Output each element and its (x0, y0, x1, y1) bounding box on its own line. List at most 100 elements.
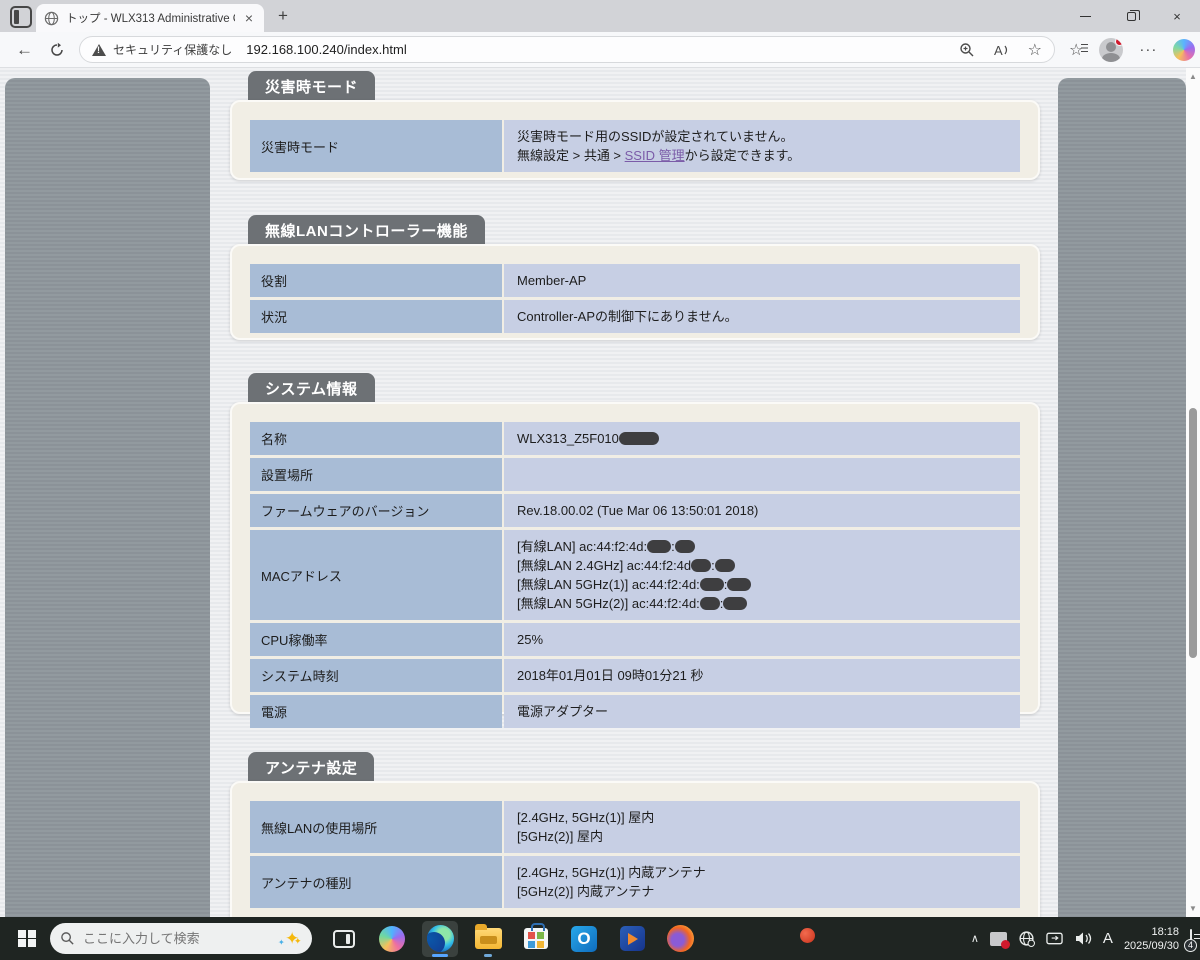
url-text[interactable]: 192.168.100.240/index.html (246, 42, 958, 57)
row-label: 災害時モード (250, 120, 502, 172)
row-label: 無線LANの使用場所 (250, 801, 502, 853)
tab-title: トップ - WLX313 Administrative Co (66, 13, 235, 25)
row-label: MACアドレス (250, 530, 502, 620)
search-icon (61, 932, 74, 945)
security-warning-icon (92, 43, 106, 56)
taskbar-edge-button[interactable] (422, 920, 458, 957)
panel-disaster-mode: 災害時モード 災害時モード用のSSIDが設定されていません。 無線設定 > 共通… (230, 100, 1040, 180)
row-value (504, 458, 1020, 491)
redaction-blob (674, 540, 695, 553)
close-button[interactable]: × (1154, 0, 1200, 32)
table-row: 設置場所 (250, 458, 1020, 491)
system-tray: ∧ A 18:18 2025/09/30 4 (971, 917, 1197, 960)
taskbar-firefox-button[interactable] (662, 921, 698, 957)
network-globe-icon[interactable] (1018, 930, 1035, 947)
browser-scrollbar[interactable]: ▲ ▼ (1186, 68, 1200, 917)
globe-favicon-icon (44, 11, 59, 25)
table-row: 状況 Controller-APの制御下にありません。 (250, 300, 1020, 333)
tray-security-icon[interactable] (989, 931, 1010, 949)
start-button[interactable] (12, 924, 42, 954)
row-value: 災害時モード用のSSIDが設定されていません。 無線設定 > 共通 > SSID… (504, 120, 1020, 172)
table-row: 無線LANの使用場所 [2.4GHz, 5GHz(1)] 屋内 [5GHz(2)… (250, 801, 1020, 853)
row-value: Controller-APの制御下にありません。 (504, 300, 1020, 333)
row-value: 電源アダプター (504, 695, 1020, 728)
firefox-icon (666, 925, 694, 952)
tab-close-icon[interactable]: × (242, 10, 256, 26)
ime-mode-indicator[interactable]: A (1103, 930, 1113, 947)
taskbar-media-player-button[interactable] (614, 921, 650, 957)
new-tab-button[interactable]: + (278, 6, 288, 26)
row-value: [2.4GHz, 5GHz(1)] 屋内 [5GHz(2)] 屋内 (504, 801, 1020, 853)
hidden-icons-chevron-icon[interactable]: ∧ (971, 932, 979, 945)
table-row: 災害時モード 災害時モード用のSSIDが設定されていません。 無線設定 > 共通… (250, 120, 1020, 172)
cast-screen-icon[interactable] (1046, 931, 1063, 946)
outlook-icon: O (571, 925, 597, 952)
profile-avatar[interactable] (1099, 37, 1124, 62)
windows-logo-icon (18, 929, 36, 948)
taskbar-store-button[interactable] (518, 921, 554, 957)
table-row: CPU稼働率 25% (250, 623, 1020, 656)
read-aloud-icon[interactable]: A (993, 42, 1010, 58)
table-row: 役割 Member-AP (250, 264, 1020, 297)
copilot-icon[interactable] (1173, 38, 1196, 61)
redaction-blob (618, 432, 659, 445)
redaction-blob (699, 578, 724, 591)
refresh-icon[interactable] (49, 42, 65, 58)
favorites-hub-icon[interactable]: ☆ (1069, 40, 1089, 60)
row-label: ファームウェアのバージョン (250, 494, 502, 527)
svg-text:A: A (994, 43, 1003, 58)
redaction-blob (647, 540, 672, 553)
redaction-blob (714, 559, 735, 572)
row-value: [有線LAN] ac:44:f2:4d:: [無線LAN 2.4GHz] ac:… (504, 530, 1020, 620)
row-label: 役割 (250, 264, 502, 297)
redaction-blob (691, 559, 712, 572)
row-label: CPU稼働率 (250, 623, 502, 656)
clock-time: 18:18 (1151, 925, 1179, 938)
taskbar-clock[interactable]: 18:18 2025/09/30 (1124, 925, 1179, 953)
row-label: システム時刻 (250, 659, 502, 692)
panel-antenna-settings: 無線LANの使用場所 [2.4GHz, 5GHz(1)] 屋内 [5GHz(2)… (230, 781, 1040, 917)
speaker-icon[interactable] (1074, 931, 1092, 946)
back-icon[interactable]: ← (16, 40, 33, 60)
row-label: 電源 (250, 695, 502, 728)
security-label: セキュリティ保護なし (113, 43, 233, 57)
taskbar-copilot-button[interactable] (374, 921, 410, 957)
table-row: ファームウェアのバージョン Rev.18.00.02 (Tue Mar 06 1… (250, 494, 1020, 527)
scroll-down-icon[interactable]: ▼ (1186, 904, 1200, 913)
tab-actions-menu-icon[interactable] (10, 6, 32, 28)
redaction-blob (727, 578, 752, 591)
ssid-management-link[interactable]: SSID 管理 (625, 148, 685, 163)
section-header-system-info: システム情報 (248, 373, 375, 405)
restore-button[interactable] (1108, 0, 1154, 32)
table-row: MACアドレス [有線LAN] ac:44:f2:4d:: [無線LAN 2.4… (250, 530, 1020, 620)
row-value: Rev.18.00.02 (Tue Mar 06 13:50:01 2018) (504, 494, 1020, 527)
page-content: 災害時モード 災害時モード 災害時モード用のSSIDが設定されていません。 無線… (0, 68, 1186, 917)
task-view-button[interactable] (326, 921, 362, 957)
table-row: 名称 WLX313_Z5F010 (250, 422, 1020, 455)
settings-menu-icon[interactable]: ··· (1139, 41, 1157, 58)
notification-center-button[interactable]: 4 (1184, 928, 1197, 952)
taskbar-outlook-button[interactable]: O (566, 921, 602, 957)
row-value: 25% (504, 623, 1020, 656)
notification-count-badge: 4 (1184, 938, 1197, 952)
browser-navbar: ← セキュリティ保護なし 192.168.100.240/index.html … (0, 32, 1200, 68)
taskbar-file-explorer-button[interactable] (470, 921, 506, 957)
panel-wlan-controller: 役割 Member-AP 状況 Controller-APの制御下にありません。 (230, 244, 1040, 340)
row-label: 名称 (250, 422, 502, 455)
minimize-button[interactable] (1062, 0, 1108, 32)
zoom-icon[interactable] (959, 42, 975, 58)
clock-date: 2025/09/30 (1123, 939, 1179, 952)
open-app-indicator (484, 953, 492, 957)
scroll-up-icon[interactable]: ▲ (1186, 72, 1200, 81)
browser-tab[interactable]: トップ - WLX313 Administrative Co × (36, 4, 264, 32)
task-view-icon (333, 929, 355, 948)
address-bar[interactable]: セキュリティ保護なし 192.168.100.240/index.html A … (79, 36, 1055, 63)
search-input[interactable] (83, 931, 280, 946)
search-highlights-icon[interactable]: ✦ ✦ ✦ (278, 928, 302, 950)
page-left-column (5, 78, 210, 917)
taskbar-search[interactable]: ✦✦✦ (50, 923, 312, 954)
scrollbar-thumb[interactable] (1189, 408, 1197, 658)
file-explorer-icon (474, 924, 502, 949)
row-value: 2018年01月01日 09時01分21 秒 (504, 659, 1020, 692)
favorite-star-icon[interactable]: ☆ (1028, 40, 1042, 60)
